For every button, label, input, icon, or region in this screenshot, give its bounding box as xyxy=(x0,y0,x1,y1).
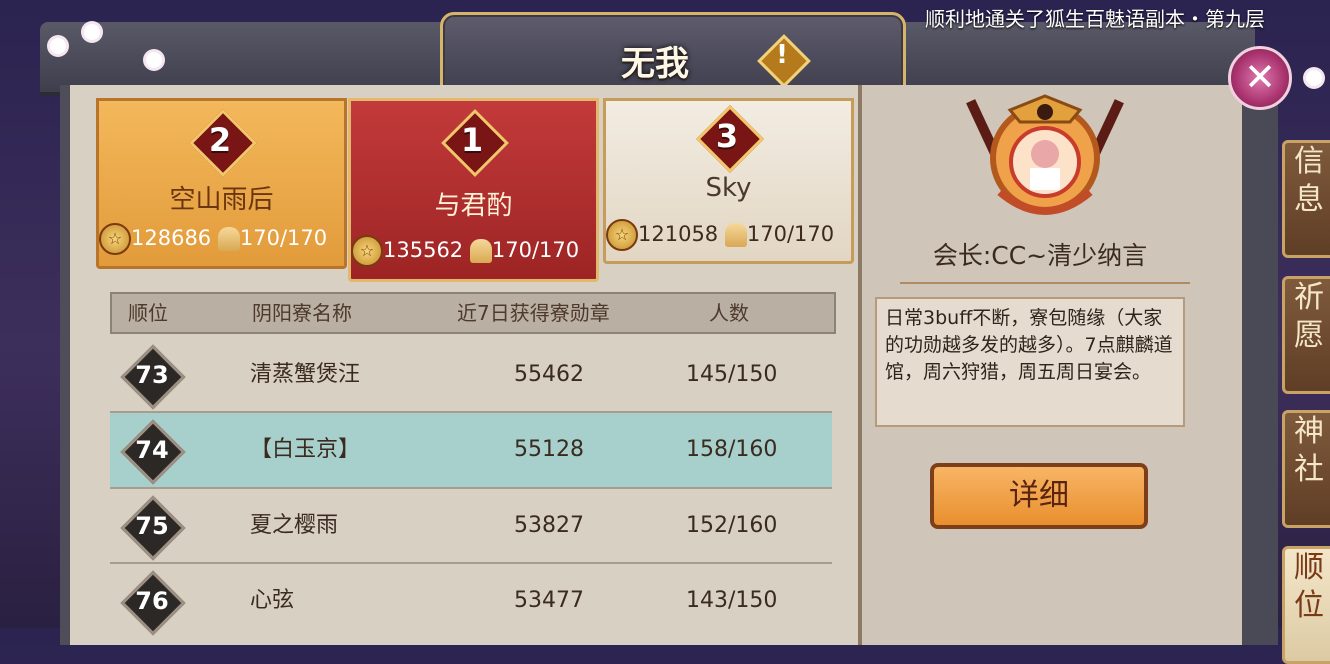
row-members: 152/160 xyxy=(686,513,778,538)
header-guild-name: 阴阳寮名称 xyxy=(252,301,352,325)
row-medals: 55128 xyxy=(514,437,584,462)
row-rank: 75 xyxy=(135,512,169,540)
row-rank: 76 xyxy=(135,587,169,615)
row-guild-name: 【白玉京】 xyxy=(250,437,361,462)
header-members: 人数 xyxy=(709,301,749,325)
row-members: 145/150 xyxy=(686,362,778,387)
tab-shrine[interactable]: 神社 xyxy=(1282,410,1330,528)
table-row[interactable]: 76 心弦 53477 143/150 xyxy=(110,564,832,636)
podium-members: 170/170 xyxy=(746,222,835,246)
podium-stats: ☆ 121058 170/170 xyxy=(606,219,851,251)
medal-icon: ☆ xyxy=(606,219,638,251)
members-icon xyxy=(469,239,492,263)
podium-guild-name: 空山雨后 xyxy=(169,185,274,215)
row-medals: 53827 xyxy=(514,513,584,538)
podium-stats: ☆ 135562 170/170 xyxy=(351,235,596,267)
table-row[interactable]: 73 清蒸蟹煲汪 55462 145/150 xyxy=(110,338,832,412)
podium-guild-name: Sky xyxy=(705,173,752,203)
table-row-selected[interactable]: 74 【白玉京】 55128 158/160 xyxy=(110,413,832,487)
row-rank: 74 xyxy=(135,436,169,464)
row-rank: 73 xyxy=(135,361,169,389)
guild-description: 日常3buff不断，寮包随缘（大家的功勋越多发的越多）。7点麒麟道馆，周六狩猎，… xyxy=(875,297,1185,427)
close-icon[interactable]: ✕ xyxy=(1228,46,1292,110)
frame-pillar xyxy=(1242,85,1278,645)
header-rank: 顺位 xyxy=(128,301,168,325)
podium-guild-name: 与君酌 xyxy=(434,191,513,221)
podium-rank: 3 xyxy=(715,117,739,155)
medal-icon: ☆ xyxy=(351,235,383,267)
podium-rank: 1 xyxy=(460,121,484,159)
tab-pray[interactable]: 祈愿 xyxy=(1282,276,1330,394)
table-row[interactable]: 75 夏之樱雨 53827 152/160 xyxy=(110,489,832,563)
row-members: 158/160 xyxy=(686,437,778,462)
podium-medals: 135562 xyxy=(383,238,464,262)
guild-emblem-image xyxy=(960,92,1130,232)
tab-info[interactable]: 信息 xyxy=(1282,140,1330,258)
podium-medals: 121058 xyxy=(638,222,719,246)
podium-rank: 2 xyxy=(208,121,232,159)
row-members: 143/150 xyxy=(686,588,778,613)
row-medals: 53477 xyxy=(514,588,584,613)
divider xyxy=(900,282,1190,284)
podium-medals: 128686 xyxy=(131,226,212,250)
podium-members: 170/170 xyxy=(239,226,328,250)
podium-banner-1[interactable]: 1 与君酌 ☆ 135562 170/170 xyxy=(348,98,599,282)
announcement-marquee: 顺利地通关了狐生百魅语副本・第九层 xyxy=(925,7,1265,31)
guild-leader: 会长:CC~清少纳言 xyxy=(932,241,1148,270)
detail-button[interactable]: 详细 xyxy=(930,463,1148,529)
medal-icon: ☆ xyxy=(99,223,131,255)
podium-banner-2[interactable]: 2 空山雨后 ☆ 128686 170/170 xyxy=(96,98,347,269)
row-guild-name: 夏之樱雨 xyxy=(250,513,339,538)
header-medals: 近7日获得寮勋章 xyxy=(457,301,610,325)
ranking-table-header: 顺位 阴阳寮名称 近7日获得寮勋章 人数 xyxy=(110,292,836,334)
row-guild-name: 清蒸蟹煲汪 xyxy=(250,362,361,387)
tab-ranking[interactable]: 顺位 xyxy=(1282,546,1330,664)
members-icon xyxy=(724,223,747,247)
podium-banner-3[interactable]: 3 Sky ☆ 121058 170/170 xyxy=(603,98,854,264)
row-guild-name: 心弦 xyxy=(250,588,295,613)
podium-stats: ☆ 128686 170/170 xyxy=(99,223,344,255)
page-title: 无我 xyxy=(621,44,689,84)
row-medals: 55462 xyxy=(514,362,584,387)
podium-members: 170/170 xyxy=(491,238,580,262)
members-icon xyxy=(217,227,240,251)
info-icon-glyph[interactable]: ! xyxy=(772,40,792,70)
